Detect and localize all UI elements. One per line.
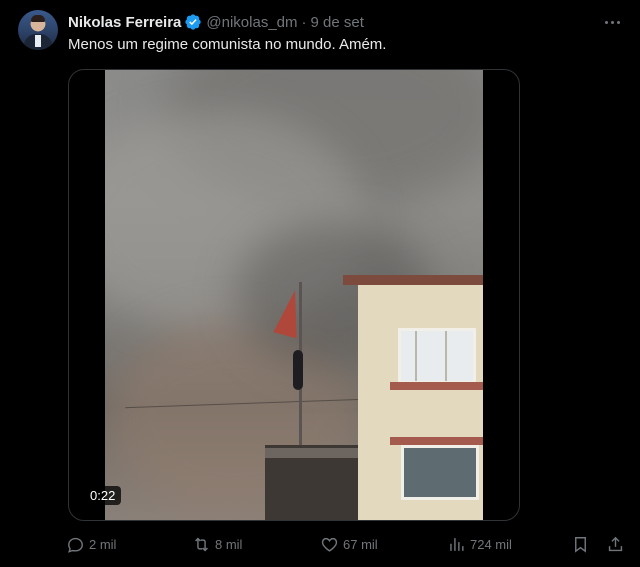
- like-count: 67 mil: [343, 536, 378, 552]
- share-button[interactable]: [606, 532, 629, 556]
- views-chart-icon: [450, 537, 464, 551]
- retweet-icon: [195, 537, 208, 551]
- tweet-text: Menos um regime comunista no mundo. Amém…: [68, 36, 387, 53]
- reply-icon: [68, 537, 83, 553]
- bookmark-icon: [575, 536, 586, 553]
- tweet-date[interactable]: 9 de set: [311, 14, 364, 31]
- video-player[interactable]: [68, 69, 520, 521]
- share-icon: [608, 536, 623, 551]
- author-name[interactable]: Nikolas Ferreira: [68, 14, 181, 31]
- climbing-person: [293, 350, 303, 390]
- tweet-header: Nikolas Ferreira @nikolas_dm · 9 de set: [68, 12, 364, 32]
- like-button[interactable]: 67 mil: [320, 532, 378, 556]
- retweet-count: 8 mil: [215, 536, 243, 552]
- tweet[interactable]: Nikolas Ferreira @nikolas_dm · 9 de set …: [0, 0, 640, 567]
- bookmark-button[interactable]: [571, 532, 594, 556]
- views-button[interactable]: 724 mil: [447, 532, 512, 556]
- retweet-button[interactable]: 8 mil: [192, 532, 242, 556]
- heart-icon: [321, 537, 338, 552]
- action-bar: 2 mil 8 mil 67 mil 724 mil: [66, 532, 626, 556]
- video-timer: 0:22: [84, 486, 122, 505]
- verified-badge-icon: [184, 13, 202, 31]
- views-count: 724 mil: [470, 536, 512, 552]
- reply-count: 2 mil: [89, 536, 117, 552]
- author-handle[interactable]: @nikolas_dm: [206, 14, 297, 31]
- more-dots-icon[interactable]: [602, 12, 622, 32]
- separator-dot: ·: [301, 13, 307, 31]
- reply-button[interactable]: 2 mil: [66, 532, 116, 556]
- video-frame[interactable]: [105, 70, 483, 520]
- avatar[interactable]: [18, 10, 58, 50]
